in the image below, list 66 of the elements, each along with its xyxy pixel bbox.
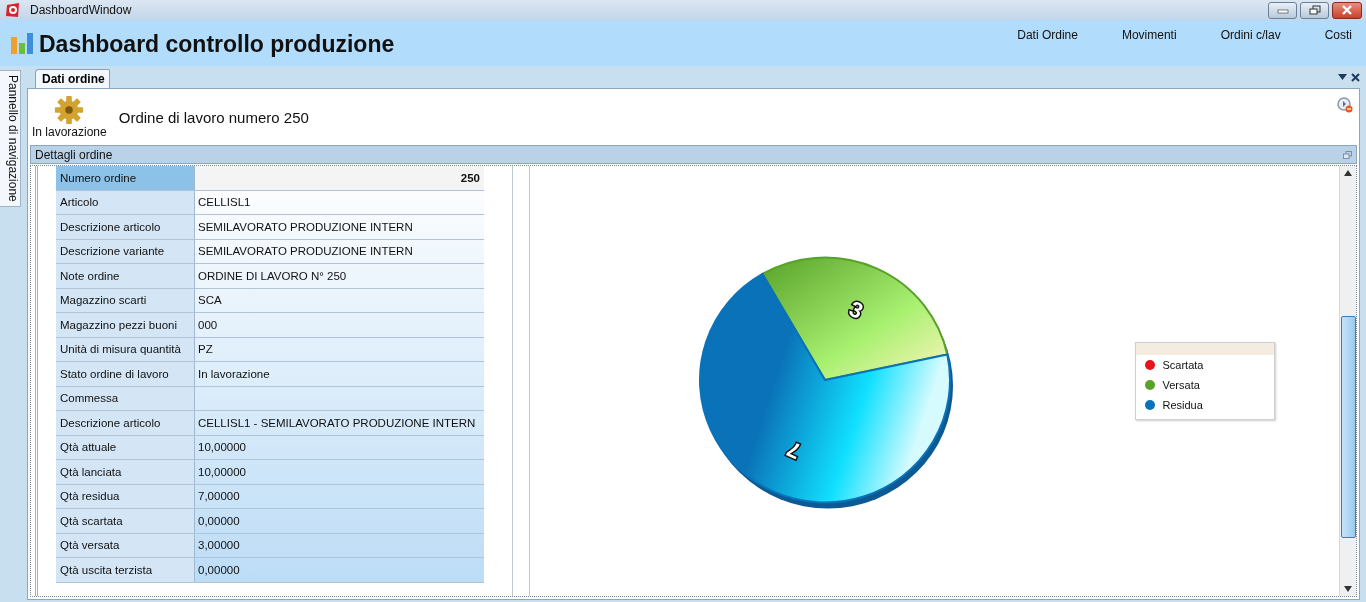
menu-link[interactable]: Costi: [1294, 28, 1366, 42]
field-label: Commessa: [56, 386, 195, 410]
field-label: Articolo: [56, 190, 195, 214]
document-tab[interactable]: Dati ordine: [35, 69, 110, 88]
field-label: Qtà lanciata: [56, 460, 195, 484]
field-value: 3,00000: [197, 538, 241, 554]
field-value: ORDINE DI LAVORO N° 250: [197, 268, 348, 284]
field-label: Stato ordine di lavoro: [56, 362, 195, 386]
field-label: Note ordine: [56, 264, 195, 288]
menu-link[interactable]: Movimenti: [1091, 28, 1191, 42]
field-value: SEMILAVORATO PRODUZIONE INTERN: [197, 219, 414, 235]
gear-icon: [53, 95, 86, 125]
vertical-scrollbar[interactable]: [1339, 166, 1356, 596]
field-value: CELLISL1: [197, 195, 252, 211]
minimize-icon: [1276, 6, 1289, 14]
field-value: 10,00000: [197, 440, 247, 456]
field-value: 10,00000: [197, 464, 247, 480]
legend-label: Scartata: [1162, 359, 1204, 371]
field-label: Qtà attuale: [56, 435, 195, 459]
field-label: Descrizione articolo: [56, 215, 195, 239]
window-title: DashboardWindow: [30, 3, 132, 17]
dashboard-title: Dashboard controllo produzione: [39, 30, 395, 58]
close-button[interactable]: [1332, 1, 1362, 19]
dropdown-icon[interactable]: [1338, 74, 1347, 80]
field-value: PZ: [197, 342, 214, 358]
field-label: Qtà versata: [56, 533, 195, 557]
field-value: In lavorazione: [197, 366, 271, 382]
bar-chart-icon: [10, 31, 34, 55]
field-value: 0,00000: [197, 562, 241, 578]
field-label: Descrizione articolo: [56, 411, 195, 435]
slice-label: 3: [845, 295, 867, 324]
field-label: Qtà uscita terzista: [56, 558, 195, 582]
field-label: Qtà residua: [56, 484, 195, 508]
legend-label: Versata: [1162, 379, 1200, 391]
order-title: Ordine di lavoro numero 250: [118, 109, 309, 126]
details-title: Dettagli ordine: [35, 147, 113, 162]
slice-label: 7: [782, 435, 804, 464]
field-label: Magazzino pezzi buoni: [56, 313, 195, 337]
field-value: 000: [197, 317, 219, 333]
field-value: CELLISL1 - SEMILAVORATO PRODUZIONE INTERN: [197, 415, 477, 431]
legend-label: Residua: [1162, 399, 1203, 411]
menu-link[interactable]: Dati Ordine: [1017, 28, 1092, 42]
field-value: SEMILAVORATO PRODUZIONE INTERN: [197, 244, 414, 260]
minimize-button[interactable]: [1268, 1, 1297, 19]
restore-button[interactable]: [1300, 1, 1329, 19]
scroll-up-icon[interactable]: [1344, 170, 1352, 176]
close-icon: [1341, 5, 1353, 15]
field-value: 7,00000: [197, 489, 241, 505]
restore-icon[interactable]: [1343, 150, 1352, 159]
scroll-down-icon[interactable]: [1344, 586, 1352, 592]
field-label: Magazzino scarti: [56, 288, 195, 312]
restore-icon: [1308, 5, 1321, 15]
field-value: 250: [195, 166, 484, 190]
navigation-panel-tab[interactable]: Pannello di navigazione: [0, 70, 21, 207]
field-value: SCA: [197, 293, 223, 309]
field-label: Descrizione variante: [56, 239, 195, 263]
scroll-thumb[interactable]: [1340, 316, 1356, 538]
close-icon[interactable]: [1351, 72, 1360, 82]
field-value: 0,00000: [197, 513, 241, 529]
app-icon: [6, 3, 20, 17]
field-label: Qtà scartata: [56, 509, 195, 533]
field-label: Unità di misura quantità: [56, 337, 195, 361]
status-label: In lavorazione: [32, 125, 107, 139]
field-label: Numero ordine: [56, 166, 195, 190]
clock-icon[interactable]: [1337, 97, 1353, 113]
menu-link[interactable]: Ordini c/lav: [1190, 28, 1295, 42]
